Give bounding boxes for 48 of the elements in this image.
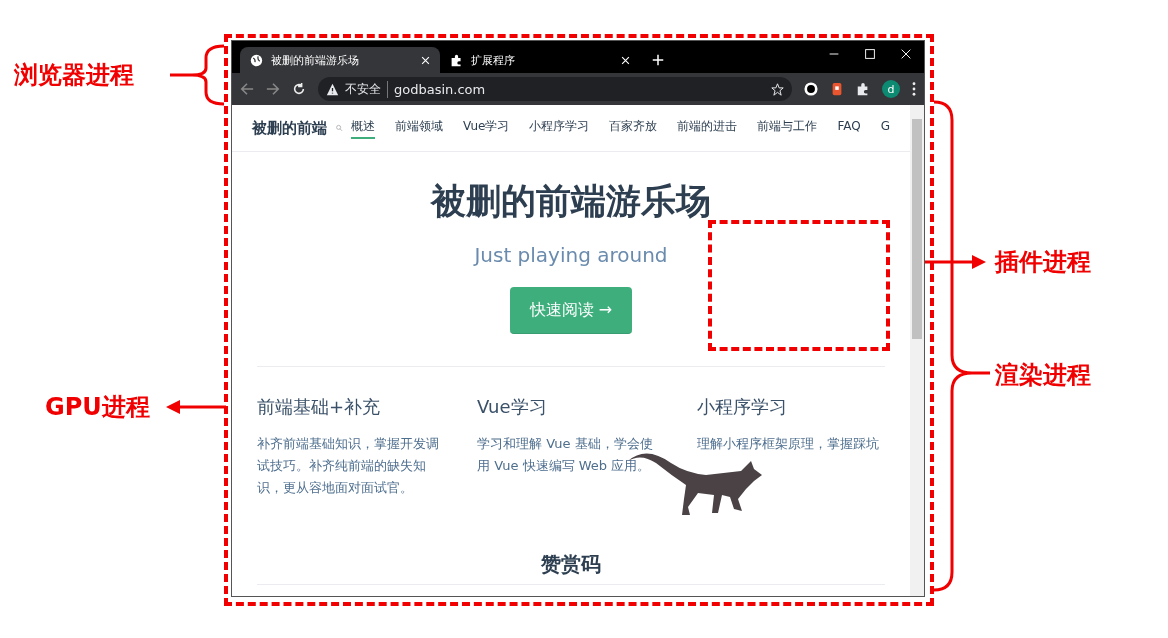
scrollbar[interactable]: [910, 105, 924, 596]
warning-icon: [326, 82, 339, 96]
annotation-label: GPU进程: [45, 392, 150, 422]
annotation-label: 插件进程: [995, 247, 1091, 277]
maximize-icon: [865, 49, 875, 59]
annotation-label: 渲染进程: [995, 360, 1091, 390]
security-label: 不安全: [345, 80, 388, 98]
nav-link[interactable]: 前端的进击: [677, 117, 738, 139]
feature-description: 补齐前端基础知识，掌握开发调试技巧。补齐纯前端的缺失知识，更从容地面对面试官。: [257, 435, 440, 497]
site-title[interactable]: 被删的前端: [252, 118, 327, 138]
close-icon: [901, 49, 911, 59]
browser-tab[interactable]: 被删的前端游乐场: [240, 47, 440, 73]
feature-description: 理解小程序框架原理，掌握踩坑: [697, 435, 880, 453]
annotation-label: 浏览器进程: [14, 60, 134, 90]
forward-arrow-icon: [266, 82, 280, 96]
reload-icon: [292, 82, 306, 96]
browser-tab[interactable]: 扩展程序: [440, 47, 640, 73]
feature-description: 学习和理解 Vue 基础，学会使用 Vue 快速编写 Web 应用。: [477, 435, 654, 475]
ring-icon: [804, 82, 818, 96]
nav-link[interactable]: 小程序学习: [529, 117, 590, 139]
menu-icon: [912, 82, 916, 96]
nav-link[interactable]: FAQ: [837, 119, 861, 137]
url-text: godbasin.com: [394, 81, 487, 97]
hero-title: 被删的前端游乐场: [431, 180, 711, 223]
extension-icon: [830, 82, 844, 96]
star-icon: [771, 82, 784, 96]
nav-link[interactable]: 前端领域: [395, 117, 444, 139]
nav-link[interactable]: 百家齐放: [609, 117, 658, 139]
globe-icon: [250, 53, 263, 67]
plus-icon: [652, 54, 664, 66]
profile-avatar[interactable]: d: [882, 80, 900, 98]
puzzle-icon: [856, 82, 870, 96]
feature-title: Vue学习: [477, 395, 548, 419]
brace-drawing: [168, 44, 226, 106]
address-bar[interactable]: 不安全 godbasin.com: [318, 77, 792, 101]
nav-link[interactable]: G: [880, 119, 890, 137]
section-title: 赞赏码: [541, 552, 601, 576]
hero-subtitle: Just playing around: [474, 243, 668, 267]
feature-title: 小程序学习: [697, 395, 788, 419]
back-arrow-icon: [240, 82, 254, 96]
nav-link[interactable]: Vue学习: [463, 117, 510, 139]
nav-link[interactable]: 前端与工作: [757, 117, 818, 139]
feature-title: 前端基础+补充: [257, 395, 382, 419]
arrow-drawing: [166, 399, 226, 415]
close-icon: [621, 55, 630, 65]
close-icon: [421, 55, 430, 65]
nav-link[interactable]: 概述: [351, 117, 376, 139]
puzzle-icon: [450, 53, 463, 67]
